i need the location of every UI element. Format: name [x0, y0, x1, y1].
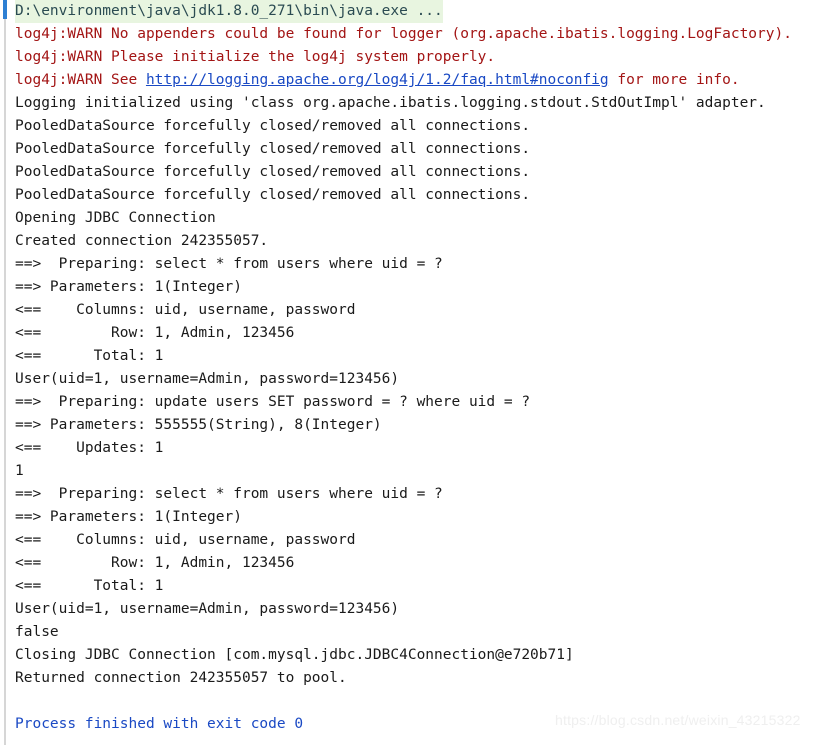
- console-line-text: Opening JDBC Connection: [15, 210, 216, 226]
- console-line: <== Columns: uid, username, password: [15, 299, 829, 322]
- console-line: ==> Preparing: select * from users where…: [15, 253, 829, 276]
- console-line-text: User(uid=1, username=Admin, password=123…: [15, 601, 400, 617]
- console-line-text: false: [15, 624, 59, 640]
- console-line: ==> Parameters: 1(Integer): [15, 276, 829, 299]
- console-line-text: log4j:WARN No appenders could be found f…: [15, 26, 792, 42]
- console-line-text: <== Row: 1, Admin, 123456: [15, 555, 295, 571]
- console-line-text: ==> Parameters: 555555(String), 8(Intege…: [15, 417, 382, 433]
- console-line-text: <== Columns: uid, username, password: [15, 532, 356, 548]
- console-line: <== Row: 1, Admin, 123456: [15, 322, 829, 345]
- console-line: 1: [15, 460, 829, 483]
- console-line-text: <== Columns: uid, username, password: [15, 302, 356, 318]
- console-line-text: Logging initialized using 'class org.apa…: [15, 95, 766, 111]
- process-exit-status: Process finished with exit code 0: [15, 716, 304, 732]
- console-line-text: PooledDataSource forcefully closed/remov…: [15, 164, 531, 180]
- console-line-text: ==> Parameters: 1(Integer): [15, 279, 242, 295]
- console-line: log4j:WARN No appenders could be found f…: [15, 23, 829, 46]
- console-line: <== Total: 1: [15, 575, 829, 598]
- console-line: PooledDataSource forcefully closed/remov…: [15, 115, 829, 138]
- console-line: D:\environment\java\jdk1.8.0_271\bin\jav…: [15, 0, 829, 23]
- console-line-text: PooledDataSource forcefully closed/remov…: [15, 141, 531, 157]
- console-line: ==> Parameters: 555555(String), 8(Intege…: [15, 414, 829, 437]
- console-line-list: D:\environment\java\jdk1.8.0_271\bin\jav…: [15, 0, 829, 736]
- console-line: <== Row: 1, Admin, 123456: [15, 552, 829, 575]
- console-line-text: <== Total: 1: [15, 578, 164, 594]
- console-line: PooledDataSource forcefully closed/remov…: [15, 184, 829, 207]
- console-line: log4j:WARN See http://logging.apache.org…: [15, 69, 829, 92]
- console-line-text: ==> Preparing: update users SET password…: [15, 394, 531, 410]
- console-line-text: log4j:WARN See: [15, 72, 146, 88]
- console-line-text: ==> Preparing: select * from users where…: [15, 256, 443, 272]
- console-line: User(uid=1, username=Admin, password=123…: [15, 598, 829, 621]
- console-line-text: PooledDataSource forcefully closed/remov…: [15, 187, 531, 203]
- console-line-text: PooledDataSource forcefully closed/remov…: [15, 118, 531, 134]
- log4j-faq-link[interactable]: http://logging.apache.org/log4j/1.2/faq.…: [146, 72, 609, 88]
- console-line-text: for more info.: [608, 72, 740, 88]
- console-line: Closing JDBC Connection [com.mysql.jdbc.…: [15, 644, 829, 667]
- console-line: PooledDataSource forcefully closed/remov…: [15, 161, 829, 184]
- console-line: log4j:WARN Please initialize the log4j s…: [15, 46, 829, 69]
- console-line: User(uid=1, username=Admin, password=123…: [15, 368, 829, 391]
- console-line: false: [15, 621, 829, 644]
- java-command-line: D:\environment\java\jdk1.8.0_271\bin\jav…: [15, 0, 443, 23]
- console-line: ==> Preparing: select * from users where…: [15, 483, 829, 506]
- console-line: ==> Preparing: update users SET password…: [15, 391, 829, 414]
- console-line-text: 1: [15, 463, 24, 479]
- console-line-text: ==> Parameters: 1(Integer): [15, 509, 242, 525]
- console-gutter-divider: [4, 0, 6, 745]
- watermark-text: https://blog.csdn.net/weixin_43215322: [555, 712, 801, 728]
- console-line: Opening JDBC Connection: [15, 207, 829, 230]
- console-line: <== Total: 1: [15, 345, 829, 368]
- console-line-text: <== Row: 1, Admin, 123456: [15, 325, 295, 341]
- run-console-output-panel[interactable]: D:\environment\java\jdk1.8.0_271\bin\jav…: [0, 0, 829, 745]
- console-line-text: Closing JDBC Connection [com.mysql.jdbc.…: [15, 647, 574, 663]
- console-line: Created connection 242355057.: [15, 230, 829, 253]
- console-line: <== Updates: 1: [15, 437, 829, 460]
- console-line-text: ==> Preparing: select * from users where…: [15, 486, 443, 502]
- console-line-text: <== Updates: 1: [15, 440, 164, 456]
- console-line: Logging initialized using 'class org.apa…: [15, 92, 829, 115]
- console-line-text: Created connection 242355057.: [15, 233, 269, 249]
- console-line-text: Returned connection 242355057 to pool.: [15, 670, 347, 686]
- console-line: PooledDataSource forcefully closed/remov…: [15, 138, 829, 161]
- console-scroll-marker[interactable]: [3, 0, 7, 19]
- console-line: <== Columns: uid, username, password: [15, 529, 829, 552]
- console-line-text: log4j:WARN Please initialize the log4j s…: [15, 49, 496, 65]
- console-line: Returned connection 242355057 to pool.: [15, 667, 829, 690]
- console-line-text: <== Total: 1: [15, 348, 164, 364]
- console-line: ==> Parameters: 1(Integer): [15, 506, 829, 529]
- console-line-text: User(uid=1, username=Admin, password=123…: [15, 371, 400, 387]
